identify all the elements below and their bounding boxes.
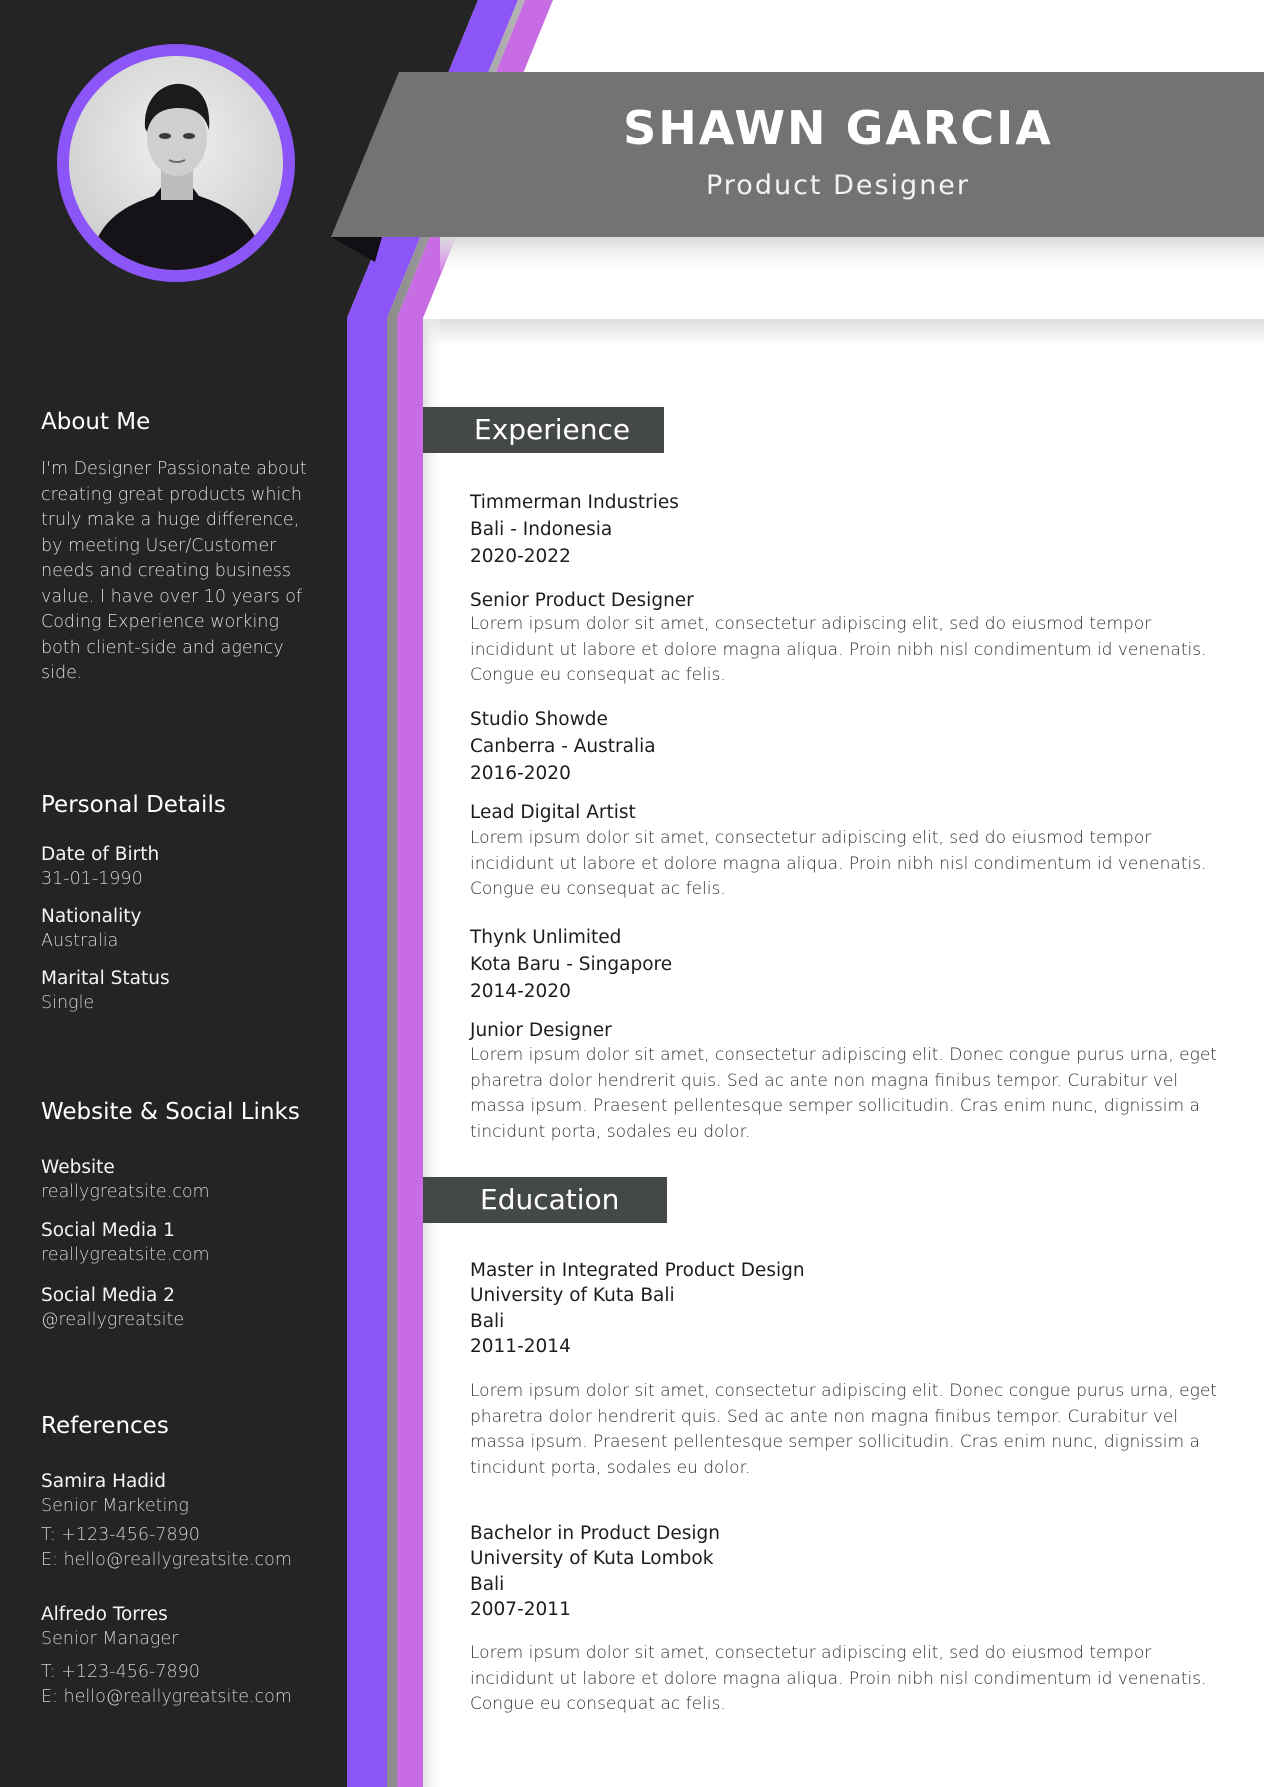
reference-email[interactable]: E: hello@reallygreatsite.com [41,1548,292,1572]
social-media-2-label: Social Media 2 [41,1285,175,1306]
experience-role: Senior Product Designer [470,590,694,611]
experience-role: Junior Designer [470,1020,612,1041]
education-location: Bali [470,1574,505,1595]
experience-years: 2014-2020 [470,981,571,1002]
dob-label: Date of Birth [41,844,160,865]
content-left-shadow [423,319,443,1787]
experience-location: Canberra - Australia [470,736,656,757]
education-degree: Master in Integrated Product Design [470,1260,805,1281]
education-description: Lorem ipsum dolor sit amet, consectetur … [470,1643,1207,1715]
experience-location: Kota Baru - Singapore [470,954,673,975]
about-text: I'm Designer Passionate about creating g… [41,459,307,683]
references-heading: References [41,1413,169,1439]
experience-description: Lorem ipsum dolor sit amet, consectetur … [470,828,1207,900]
reference-name: Alfredo Torres [41,1604,168,1625]
avatar [69,56,283,270]
experience-heading-box: Experience [423,407,664,453]
website-label: Website [41,1157,115,1178]
reference-role: Senior Marketing [41,1496,189,1516]
marital-status-label: Marital Status [41,968,170,989]
experience-heading: Experience [474,413,631,446]
experience-company: Thynk Unlimited [470,927,622,948]
education-description: Lorem ipsum dolor sit amet, consectetur … [470,1381,1217,1478]
social-media-1-label: Social Media 1 [41,1220,175,1241]
education-school: University of Kuta Bali [470,1285,675,1306]
reference-email[interactable]: E: hello@reallygreatsite.com [41,1685,292,1709]
education-years: 2011-2014 [470,1336,571,1357]
banner-shadow [440,237,1264,277]
reference-phone: T: +123-456-7890 [41,1525,200,1545]
experience-company: Studio Showde [470,709,608,730]
social-media-2-link[interactable]: @reallygreatsite [41,1308,184,1332]
education-location: Bali [470,1311,505,1332]
experience-years: 2020-2022 [470,546,571,567]
education-heading-box: Education [423,1177,667,1223]
links-heading: Website & Social Links [41,1099,300,1125]
education-school: University of Kuta Lombok [470,1548,714,1569]
marital-status-value: Single [41,993,95,1013]
experience-description: Lorem ipsum dolor sit amet, consectetur … [470,1045,1217,1142]
candidate-name: SHAWN GARCIA [623,101,1053,155]
personal-details-heading: Personal Details [41,792,226,818]
reference-role: Senior Manager [41,1629,179,1649]
nationality-label: Nationality [41,906,142,927]
nationality-value: Australia [41,931,119,951]
profile-photo [57,44,295,282]
education-degree: Bachelor in Product Design [470,1523,720,1544]
person-silhouette-icon [89,83,265,270]
reference-phone: T: +123-456-7890 [41,1662,200,1682]
about-heading: About Me [41,409,151,435]
experience-role: Lead Digital Artist [470,802,636,823]
experience-company: Timmerman Industries [470,492,679,513]
candidate-title: Product Designer [705,170,971,201]
experience-location: Bali - Indonesia [470,519,613,540]
website-link[interactable]: reallygreatsite.com [41,1180,210,1204]
reference-name: Samira Hadid [41,1471,166,1492]
content-top-shadow [423,319,1264,345]
social-media-1-link[interactable]: reallygreatsite.com [41,1243,210,1267]
experience-years: 2016-2020 [470,763,571,784]
experience-description: Lorem ipsum dolor sit amet, consectetur … [470,614,1207,686]
education-years: 2007-2011 [470,1599,571,1620]
education-heading: Education [480,1183,620,1216]
dob-value: 31-01-1990 [41,869,143,889]
